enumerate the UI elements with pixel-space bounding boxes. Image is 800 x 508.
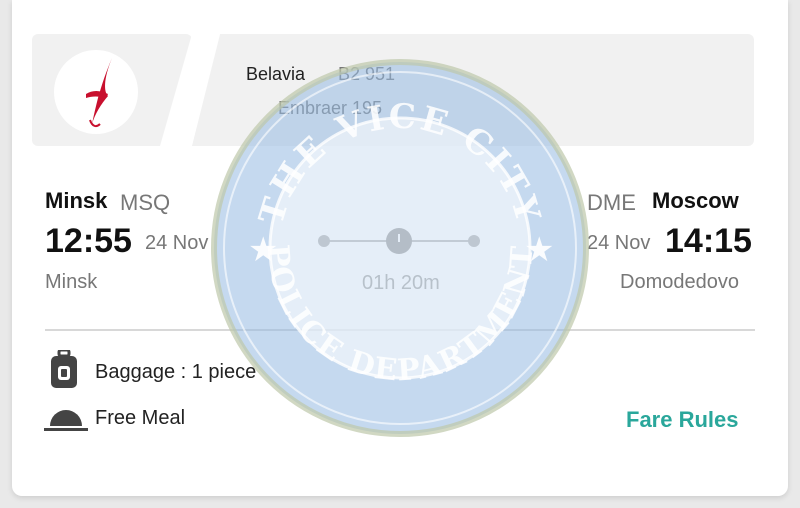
arrival-date: 24 Nov — [587, 232, 651, 254]
departure-city: Minsk — [45, 188, 108, 213]
route-start-dot — [318, 235, 330, 247]
divider — [45, 329, 755, 331]
departure-time: 12:55 — [45, 222, 132, 260]
route-end-dot — [468, 235, 480, 247]
flight-info-panel — [192, 34, 754, 146]
arrival-code: DME — [587, 190, 636, 215]
baggage-icon — [50, 348, 78, 390]
flight-duration: 01h 20m — [362, 272, 440, 294]
meal-cloche-icon — [44, 404, 88, 432]
departure-airport: Minsk — [45, 271, 98, 293]
airline-name: Belavia — [246, 64, 306, 84]
arrival-airport: Domodedovo — [620, 271, 739, 293]
departure-date: 24 Nov — [145, 232, 209, 254]
meal-info: Free Meal — [95, 407, 186, 429]
aircraft-type: Embraer 195 — [278, 98, 383, 118]
departure-code: MSQ — [120, 190, 171, 215]
airline-logo-icon — [54, 50, 138, 134]
arrival-city: Moscow — [652, 188, 739, 213]
flight-number: B2 951 — [338, 64, 396, 84]
baggage-allowance: Baggage : 1 piece — [95, 361, 257, 383]
clock-icon — [386, 228, 412, 254]
arrival-time: 14:15 — [665, 222, 752, 260]
fare-rules-link[interactable]: Fare Rules — [626, 407, 739, 433]
